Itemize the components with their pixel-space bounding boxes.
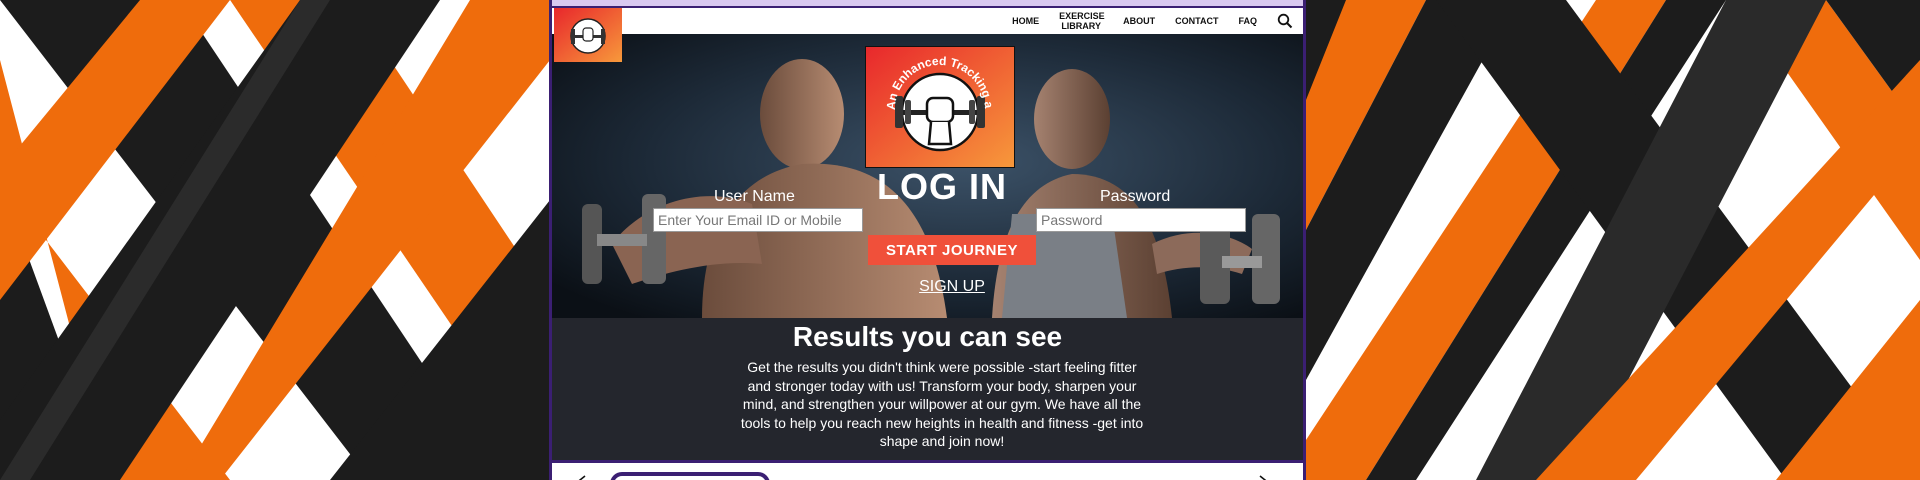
carousel-card[interactable] [610,472,770,480]
password-label: Password [1100,188,1171,205]
background-pattern-right [1306,0,1920,480]
chevron-right-icon[interactable] [1257,472,1267,480]
results-title: Results you can see [792,321,1063,352]
password-input[interactable] [1036,208,1246,232]
nav-faq[interactable]: FAQ [1238,16,1257,26]
results-section: Results you can see Get the results you … [552,318,1303,460]
nav-home[interactable]: HOME [1012,16,1039,26]
search-icon[interactable] [1277,13,1293,29]
username-input[interactable] [653,208,863,232]
nav-logo[interactable] [554,8,622,62]
start-journey-button[interactable]: START JOURNEY [868,235,1036,265]
background-pattern-left [0,0,550,480]
nav-links: HOME EXERCISE LIBRARY ABOUT CONTACT FAQ [1012,8,1257,34]
login-title: LOG IN [877,166,1007,207]
nav-contact[interactable]: CONTACT [1175,16,1218,26]
navbar: HOME EXERCISE LIBRARY ABOUT CONTACT FAQ [552,8,1303,62]
nav-exercise-library[interactable]: EXERCISE LIBRARY [1059,11,1105,31]
chevron-left-icon[interactable] [578,472,588,480]
carousel-area [552,460,1303,480]
sign-up-link[interactable]: SIGN UP [902,278,1002,296]
results-body: Get the results you didn't think were po… [740,359,1144,449]
nav-about[interactable]: ABOUT [1123,16,1155,26]
hero-section: An Enhanced Tracking and Safety LOG IN U… [552,34,1303,318]
brand-logo: An Enhanced Tracking and Safety [861,35,1016,169]
site-frame: HOME EXERCISE LIBRARY ABOUT CONTACT FAQ [549,0,1306,480]
top-strip [552,0,1303,8]
username-label: User Name [714,188,795,205]
